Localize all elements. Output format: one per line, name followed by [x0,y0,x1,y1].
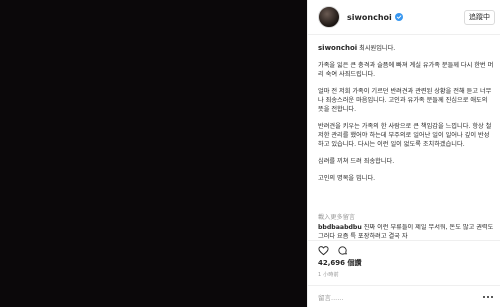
caption-paragraph: 얼마 전 저희 가족이 기르던 반려견과 관련된 상황을 전해 듣고 너무나 죄… [318,88,492,113]
comment-username[interactable]: bbdbaabdbu [318,224,362,231]
instagram-post: siwonchoi 追蹤中 siwonchoi 최시원입니다. 가족을 잃은 큰… [0,0,500,307]
post-timestamp[interactable]: 1 小時前 [318,271,339,278]
post-header: siwonchoi 追蹤中 [308,0,500,35]
caption-intro: 최시원입니다. [359,45,396,52]
caption-paragraph: 심려를 끼쳐 드려 죄송합니다. [318,158,395,165]
like-count-unit: 個讚 [347,259,362,267]
caption-paragraph: 반려견을 키우는 가족의 한 사람으로 큰 책임감을 느낍니다. 항상 철저한 … [318,123,492,148]
caption-paragraph: 가족을 잃은 큰 충격과 슬픔에 빠져 계실 유가족 분들께 다시 한번 머리 … [318,62,494,78]
like-count[interactable]: 42,696 個讚 [318,258,361,268]
load-more-comments-link[interactable]: 載入更多留言 [318,212,355,221]
post-image[interactable] [0,0,307,307]
header-username[interactable]: siwonchoi [347,13,392,22]
following-button[interactable]: 追蹤中 [464,9,495,25]
comment-icon[interactable] [337,245,348,256]
post-sidebar: siwonchoi 追蹤中 siwonchoi 최시원입니다. 가족을 잃은 큰… [307,0,500,307]
comment-input[interactable]: 留言...... [318,292,343,302]
add-comment-bar: 留言...... [308,285,500,307]
caption-username[interactable]: siwonchoi [318,44,357,52]
like-count-number: 42,696 [318,259,346,267]
avatar[interactable] [318,6,340,28]
more-options-icon[interactable] [483,295,493,298]
caption-paragraph: 고인의 명복을 빕니다. [318,175,376,182]
heart-icon[interactable] [318,245,329,256]
verified-badge-icon [394,13,403,21]
post-actions [308,240,500,256]
post-caption: siwonchoi 최시원입니다. 가족을 잃은 큰 충격과 슬픔에 빠져 계실… [318,42,494,191]
